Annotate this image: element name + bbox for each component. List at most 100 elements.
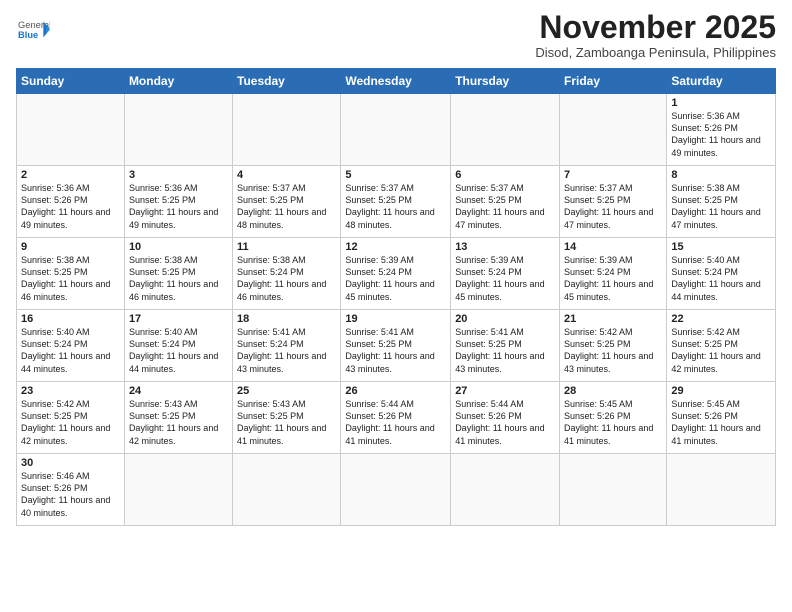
svg-text:Blue: Blue [18, 30, 38, 40]
day-info: Sunrise: 5:39 AMSunset: 5:24 PMDaylight:… [455, 254, 555, 303]
day-info: Sunrise: 5:45 AMSunset: 5:26 PMDaylight:… [564, 398, 662, 447]
calendar-cell: 4Sunrise: 5:37 AMSunset: 5:25 PMDaylight… [233, 166, 341, 238]
day-number: 24 [129, 385, 228, 397]
day-info: Sunrise: 5:41 AMSunset: 5:25 PMDaylight:… [455, 326, 555, 375]
day-number: 29 [671, 385, 771, 397]
day-number: 7 [564, 169, 662, 181]
day-info: Sunrise: 5:40 AMSunset: 5:24 PMDaylight:… [21, 326, 120, 375]
day-number: 26 [345, 385, 446, 397]
day-number: 6 [455, 169, 555, 181]
day-number: 19 [345, 313, 446, 325]
calendar-cell: 24Sunrise: 5:43 AMSunset: 5:25 PMDayligh… [124, 382, 232, 454]
day-number: 5 [345, 169, 446, 181]
calendar-cell: 10Sunrise: 5:38 AMSunset: 5:25 PMDayligh… [124, 238, 232, 310]
day-info: Sunrise: 5:41 AMSunset: 5:24 PMDaylight:… [237, 326, 336, 375]
calendar-cell: 30Sunrise: 5:46 AMSunset: 5:26 PMDayligh… [17, 454, 125, 526]
col-monday: Monday [124, 69, 232, 94]
day-number: 27 [455, 385, 555, 397]
calendar-cell: 6Sunrise: 5:37 AMSunset: 5:25 PMDaylight… [451, 166, 560, 238]
calendar-cell: 9Sunrise: 5:38 AMSunset: 5:25 PMDaylight… [17, 238, 125, 310]
calendar-cell: 22Sunrise: 5:42 AMSunset: 5:25 PMDayligh… [667, 310, 776, 382]
calendar-week-row-4: 16Sunrise: 5:40 AMSunset: 5:24 PMDayligh… [17, 310, 776, 382]
day-info: Sunrise: 5:39 AMSunset: 5:24 PMDaylight:… [345, 254, 446, 303]
day-info: Sunrise: 5:37 AMSunset: 5:25 PMDaylight:… [564, 182, 662, 231]
calendar-cell: 5Sunrise: 5:37 AMSunset: 5:25 PMDaylight… [341, 166, 451, 238]
day-info: Sunrise: 5:42 AMSunset: 5:25 PMDaylight:… [21, 398, 120, 447]
day-number: 10 [129, 241, 228, 253]
calendar-cell: 28Sunrise: 5:45 AMSunset: 5:26 PMDayligh… [560, 382, 667, 454]
calendar-cell: 16Sunrise: 5:40 AMSunset: 5:24 PMDayligh… [17, 310, 125, 382]
calendar-cell [233, 454, 341, 526]
day-info: Sunrise: 5:38 AMSunset: 5:24 PMDaylight:… [237, 254, 336, 303]
calendar-cell [341, 94, 451, 166]
calendar-cell: 2Sunrise: 5:36 AMSunset: 5:26 PMDaylight… [17, 166, 125, 238]
calendar-cell: 13Sunrise: 5:39 AMSunset: 5:24 PMDayligh… [451, 238, 560, 310]
col-tuesday: Tuesday [233, 69, 341, 94]
day-info: Sunrise: 5:37 AMSunset: 5:25 PMDaylight:… [345, 182, 446, 231]
day-info: Sunrise: 5:45 AMSunset: 5:26 PMDaylight:… [671, 398, 771, 447]
calendar-cell: 18Sunrise: 5:41 AMSunset: 5:24 PMDayligh… [233, 310, 341, 382]
calendar-header-row: Sunday Monday Tuesday Wednesday Thursday… [17, 69, 776, 94]
day-number: 22 [671, 313, 771, 325]
day-number: 20 [455, 313, 555, 325]
day-info: Sunrise: 5:37 AMSunset: 5:25 PMDaylight:… [237, 182, 336, 231]
day-number: 18 [237, 313, 336, 325]
calendar-cell [233, 94, 341, 166]
day-number: 17 [129, 313, 228, 325]
day-info: Sunrise: 5:38 AMSunset: 5:25 PMDaylight:… [671, 182, 771, 231]
day-info: Sunrise: 5:42 AMSunset: 5:25 PMDaylight:… [671, 326, 771, 375]
calendar-cell [124, 454, 232, 526]
day-info: Sunrise: 5:36 AMSunset: 5:26 PMDaylight:… [671, 110, 771, 159]
calendar-cell: 11Sunrise: 5:38 AMSunset: 5:24 PMDayligh… [233, 238, 341, 310]
day-number: 11 [237, 241, 336, 253]
calendar-cell: 27Sunrise: 5:44 AMSunset: 5:26 PMDayligh… [451, 382, 560, 454]
header: General Blue November 2025 Disod, Zamboa… [16, 10, 776, 60]
calendar-week-row-6: 30Sunrise: 5:46 AMSunset: 5:26 PMDayligh… [17, 454, 776, 526]
day-number: 30 [21, 457, 120, 469]
day-info: Sunrise: 5:41 AMSunset: 5:25 PMDaylight:… [345, 326, 446, 375]
col-thursday: Thursday [451, 69, 560, 94]
calendar-week-row-3: 9Sunrise: 5:38 AMSunset: 5:25 PMDaylight… [17, 238, 776, 310]
calendar-cell [17, 94, 125, 166]
day-number: 2 [21, 169, 120, 181]
day-number: 13 [455, 241, 555, 253]
day-number: 15 [671, 241, 771, 253]
day-info: Sunrise: 5:42 AMSunset: 5:25 PMDaylight:… [564, 326, 662, 375]
calendar-cell: 25Sunrise: 5:43 AMSunset: 5:25 PMDayligh… [233, 382, 341, 454]
day-number: 25 [237, 385, 336, 397]
day-number: 21 [564, 313, 662, 325]
generalblue-logo-icon: General Blue [18, 16, 50, 44]
calendar-cell: 29Sunrise: 5:45 AMSunset: 5:26 PMDayligh… [667, 382, 776, 454]
day-info: Sunrise: 5:39 AMSunset: 5:24 PMDaylight:… [564, 254, 662, 303]
calendar-cell: 19Sunrise: 5:41 AMSunset: 5:25 PMDayligh… [341, 310, 451, 382]
calendar-week-row-1: 1Sunrise: 5:36 AMSunset: 5:26 PMDaylight… [17, 94, 776, 166]
day-info: Sunrise: 5:38 AMSunset: 5:25 PMDaylight:… [21, 254, 120, 303]
calendar-cell: 26Sunrise: 5:44 AMSunset: 5:26 PMDayligh… [341, 382, 451, 454]
calendar-cell: 7Sunrise: 5:37 AMSunset: 5:25 PMDaylight… [560, 166, 667, 238]
day-number: 14 [564, 241, 662, 253]
calendar-cell [451, 454, 560, 526]
calendar-week-row-5: 23Sunrise: 5:42 AMSunset: 5:25 PMDayligh… [17, 382, 776, 454]
calendar-cell [124, 94, 232, 166]
calendar-cell [451, 94, 560, 166]
calendar-cell: 21Sunrise: 5:42 AMSunset: 5:25 PMDayligh… [560, 310, 667, 382]
day-info: Sunrise: 5:44 AMSunset: 5:26 PMDaylight:… [455, 398, 555, 447]
calendar-cell: 1Sunrise: 5:36 AMSunset: 5:26 PMDaylight… [667, 94, 776, 166]
month-title: November 2025 [535, 10, 776, 45]
day-number: 4 [237, 169, 336, 181]
day-number: 28 [564, 385, 662, 397]
calendar-week-row-2: 2Sunrise: 5:36 AMSunset: 5:26 PMDaylight… [17, 166, 776, 238]
day-number: 16 [21, 313, 120, 325]
calendar-cell [667, 454, 776, 526]
calendar-table: Sunday Monday Tuesday Wednesday Thursday… [16, 68, 776, 526]
calendar-cell: 15Sunrise: 5:40 AMSunset: 5:24 PMDayligh… [667, 238, 776, 310]
day-info: Sunrise: 5:36 AMSunset: 5:25 PMDaylight:… [129, 182, 228, 231]
day-number: 1 [671, 97, 771, 109]
day-info: Sunrise: 5:40 AMSunset: 5:24 PMDaylight:… [129, 326, 228, 375]
day-number: 23 [21, 385, 120, 397]
calendar-cell: 20Sunrise: 5:41 AMSunset: 5:25 PMDayligh… [451, 310, 560, 382]
day-number: 3 [129, 169, 228, 181]
calendar-cell: 3Sunrise: 5:36 AMSunset: 5:25 PMDaylight… [124, 166, 232, 238]
title-block: November 2025 Disod, Zamboanga Peninsula… [535, 10, 776, 60]
day-info: Sunrise: 5:37 AMSunset: 5:25 PMDaylight:… [455, 182, 555, 231]
